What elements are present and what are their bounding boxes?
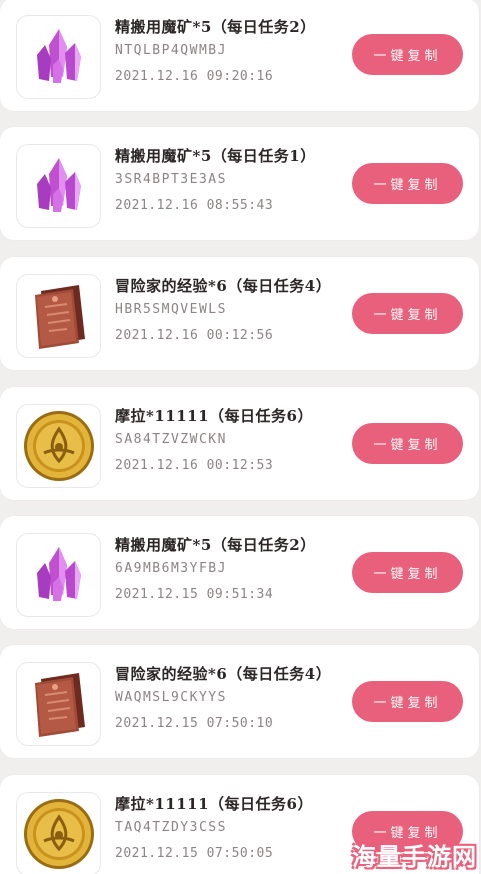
list-item: 精搬用魔矿*5（每日任务2） NTQLBP4QWMBJ 2021.12.16 0…	[0, 0, 479, 111]
redeem-code: 6A9MB6M3YFBJ	[115, 561, 227, 576]
redeem-code: 3SR4BPT3E3AS	[115, 172, 227, 187]
list-item: 摩拉*11111（每日任务6） SA84TZVZWCKN 2021.12.16 …	[0, 387, 479, 500]
coin-icon	[16, 792, 101, 874]
scroll-icon	[16, 274, 101, 358]
copy-button[interactable]: 一键复制	[352, 423, 463, 464]
timestamp: 2021.12.16 00:12:56	[115, 328, 274, 343]
copy-button[interactable]: 一键复制	[352, 681, 463, 722]
timestamp: 2021.12.16 08:55:43	[115, 198, 274, 213]
redeem-code: NTQLBP4QWMBJ	[115, 43, 227, 58]
copy-button[interactable]: 一键复制	[352, 552, 463, 593]
timestamp: 2021.12.15 09:51:34	[115, 587, 274, 602]
copy-button[interactable]: 一键复制	[352, 293, 463, 334]
scroll-icon	[16, 662, 101, 746]
list-item: 精搬用魔矿*5（每日任务1） 3SR4BPT3E3AS 2021.12.16 0…	[0, 127, 479, 240]
copy-button[interactable]: 一键复制	[352, 34, 463, 75]
list-item: 精搬用魔矿*5（每日任务2） 6A9MB6M3YFBJ 2021.12.15 0…	[0, 516, 479, 629]
copy-button[interactable]: 一键复制	[352, 163, 463, 204]
timestamp: 2021.12.16 00:12:53	[115, 458, 274, 473]
redeem-code: TAQ4TZDY3CSS	[115, 820, 227, 835]
redeem-code: HBR5SMQVEWLS	[115, 302, 227, 317]
redeem-code-list: 精搬用魔矿*5（每日任务2） NTQLBP4QWMBJ 2021.12.16 0…	[0, 0, 481, 874]
item-title: 精搬用魔矿*5（每日任务1）	[115, 147, 316, 165]
item-title: 冒险家的经验*6（每日任务4）	[115, 665, 332, 683]
crystal-icon	[16, 533, 101, 617]
item-title: 摩拉*11111（每日任务6）	[115, 407, 313, 425]
redeem-code: SA84TZVZWCKN	[115, 432, 227, 447]
item-title: 摩拉*11111（每日任务6）	[115, 795, 313, 813]
item-title: 冒险家的经验*6（每日任务4）	[115, 277, 332, 295]
list-item: 冒险家的经验*6（每日任务4） HBR5SMQVEWLS 2021.12.16 …	[0, 257, 479, 370]
item-title: 精搬用魔矿*5（每日任务2）	[115, 536, 316, 554]
timestamp: 2021.12.15 07:50:05	[115, 846, 274, 861]
list-item: 冒险家的经验*6（每日任务4） WAQMSL9CKYYS 2021.12.15 …	[0, 645, 479, 758]
watermark: 海量手游网	[352, 843, 477, 871]
timestamp: 2021.12.15 07:50:10	[115, 716, 274, 731]
crystal-icon	[16, 144, 101, 228]
crystal-icon	[16, 15, 101, 99]
coin-icon	[16, 404, 101, 488]
timestamp: 2021.12.16 09:20:16	[115, 69, 274, 84]
redeem-code: WAQMSL9CKYYS	[115, 690, 227, 705]
item-title: 精搬用魔矿*5（每日任务2）	[115, 18, 316, 36]
